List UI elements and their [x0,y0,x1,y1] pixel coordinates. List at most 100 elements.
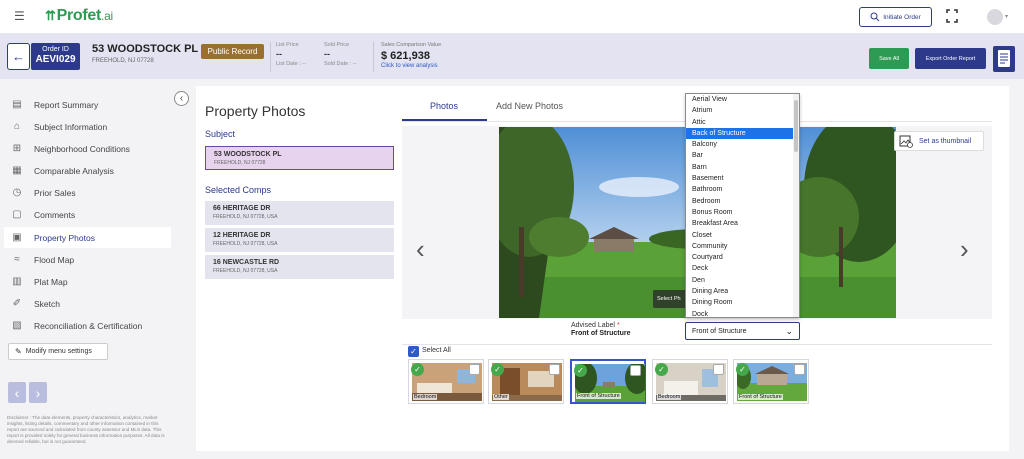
dropdown-option[interactable]: Dock [686,309,799,317]
dropdown-option[interactable]: Courtyard [686,252,799,263]
dropdown-option[interactable]: Barn [686,162,799,173]
photo-label-select[interactable]: Front of Structure ⌄ [685,322,800,340]
status-badge: Public Record [201,44,264,59]
dropdown-option[interactable]: Deck [686,263,799,274]
sidebar-item-label: Report Summary [34,99,99,110]
image-edit-icon[interactable] [794,364,805,375]
export-order-report-button[interactable]: Export Order Report [915,48,986,69]
dropdown-option[interactable]: Bar [686,150,799,161]
order-city: FREEHOLD, NJ 07728 [92,58,154,64]
dropdown-option[interactable]: Back of Structure [686,127,799,140]
dropdown-option[interactable]: Balcony [686,139,799,150]
prev-section-button[interactable]: ‹ [8,382,26,403]
chart-icon: ▦ [12,165,22,176]
home-icon: ⌂ [13,121,21,132]
chevron-down-icon[interactable]: ▾ [1005,13,1008,20]
hamburger-menu-icon[interactable]: ☰ [14,10,25,22]
modify-menu-settings-button[interactable]: ✎ Modify menu settings [8,343,108,360]
tab-photos[interactable]: Photos [430,101,458,111]
arrow-left-icon: ← [12,49,25,64]
divider [270,42,271,72]
comp-card[interactable]: 16 NEWCASTLE RD FREEHOLD, NJ 07728, USA [205,255,394,279]
view-analysis-link[interactable]: Click to view analysis [381,63,438,69]
comp-card[interactable]: 66 HERITAGE DR FREEHOLD, NJ 07728, USA [205,201,394,225]
thumbnail-label: Front of Structure [738,394,783,400]
modify-menu-label: Modify menu settings [25,348,92,355]
avatar[interactable] [987,9,1003,25]
sidebar-item-reconciliation-certification[interactable]: ▧ Reconciliation & Certification [4,315,171,336]
label-dropdown-list[interactable]: Aerial View Atrium Attic Back of Structure B… [685,93,800,318]
disclaimer-text: Disclaimer : The data elements, property… [7,415,165,444]
initiate-order-button[interactable]: Initiate Order [859,7,932,27]
check-icon[interactable]: ✓ [574,364,587,377]
dropdown-option[interactable]: Bedroom [686,196,799,207]
sidebar-item-label: Comparable Analysis [34,165,114,176]
dropdown-option[interactable]: Dining Room [686,297,799,308]
logo-icon: ⇈ [45,8,56,23]
dropdown-option[interactable]: Basement [686,173,799,184]
photo-icon: ▣ [12,232,22,243]
sidebar-item-property-photos[interactable]: ▣ Property Photos [4,227,171,248]
photo-thumbnail[interactable]: ✓ Bedroom [652,359,728,404]
order-id-value: AEVI029 [35,54,76,65]
dropdown-option[interactable]: Breakfast Area [686,218,799,229]
photo-thumbnail[interactable]: ✓ Front of Structure [733,359,809,404]
sidebar-item-prior-sales[interactable]: ◷ Prior Sales [4,182,171,203]
dropdown-option[interactable]: Aerial View [686,94,799,105]
photo-label-select-value: Front of Structure [692,327,747,335]
sidebar-item-report-summary[interactable]: ▤ Report Summary [4,94,171,115]
select-photo-button[interactable]: Select Ph [653,290,689,308]
advised-label-value: Front of Structure [571,330,631,337]
dropdown-option[interactable]: Atrium [686,105,799,116]
back-button[interactable]: ← [7,43,30,70]
sidebar-item-neighborhood-conditions[interactable]: ⊞ Neighborhood Conditions [4,138,171,159]
logo-suffix: .ai [101,9,113,23]
select-all-checkbox[interactable]: ✓ [408,346,419,357]
dropdown-scrollbar-thumb[interactable] [794,100,798,152]
divider [373,42,374,72]
check-icon[interactable]: ✓ [736,363,749,376]
comp-city: FREEHOLD, NJ 07728, USA [213,268,278,274]
sidebar-item-comments[interactable]: ▢ Comments [4,204,171,225]
dropdown-option[interactable]: Dining Area [686,286,799,297]
report-document-button[interactable] [993,46,1015,72]
sales-comparison-label: Sales Comparison Value [381,42,442,48]
image-edit-icon[interactable] [630,365,641,376]
check-icon[interactable]: ✓ [655,363,668,376]
dropdown-option[interactable]: Den [686,275,799,286]
photo-thumbnail[interactable]: ✓ Front of Structure [570,359,646,404]
subject-card[interactable]: 53 WOODSTOCK PL FREEHOLD, NJ 07728 [205,146,394,170]
save-all-button[interactable]: Save All [869,48,909,69]
set-as-thumbnail-button[interactable]: Set as thumbnail [894,131,984,151]
sidebar-item-flood-map[interactable]: ≈ Flood Map [4,249,171,270]
sidebar-item-subject-information[interactable]: ⌂ Subject Information [4,116,171,137]
photo-thumbnail[interactable]: ✓ Bedroom [408,359,484,404]
select-all-label: Select All [422,347,451,354]
comp-name: 66 HERITAGE DR [213,205,271,212]
dropdown-option[interactable]: Bathroom [686,184,799,195]
collapse-sidebar-button[interactable]: ‹ [174,91,189,106]
check-icon[interactable]: ✓ [491,363,504,376]
sidebar-item-comparable-analysis[interactable]: ▦ Comparable Analysis [4,160,171,181]
image-edit-icon[interactable] [713,364,724,375]
sidebar-item-plat-map[interactable]: ▥ Plat Map [4,271,171,292]
fullscreen-icon[interactable] [946,9,958,23]
next-photo-arrow[interactable]: › [960,234,969,265]
check-icon[interactable]: ✓ [411,363,424,376]
flood-icon: ≈ [14,254,20,265]
image-edit-icon[interactable] [549,364,560,375]
sidebar-item-sketch[interactable]: ✐ Sketch [4,293,171,314]
dropdown-option[interactable]: Closet [686,230,799,241]
dropdown-option[interactable]: Attic [686,117,799,128]
tab-add-new-photos[interactable]: Add New Photos [496,101,563,111]
previous-photo-arrow[interactable]: ‹ [416,234,425,265]
dropdown-option[interactable]: Bonus Room [686,207,799,218]
advised-label-text: Advised Label [571,322,615,329]
next-section-button[interactable]: › [29,382,47,403]
comp-name: 16 NEWCASTLE RD [213,259,280,266]
sidebar-item-label: Neighborhood Conditions [34,143,130,154]
image-edit-icon[interactable] [469,364,480,375]
photo-thumbnail[interactable]: ✓ Other [488,359,564,404]
comp-card[interactable]: 12 HERITAGE DR FREEHOLD, NJ 07728, USA [205,228,394,252]
dropdown-option[interactable]: Community [686,241,799,252]
